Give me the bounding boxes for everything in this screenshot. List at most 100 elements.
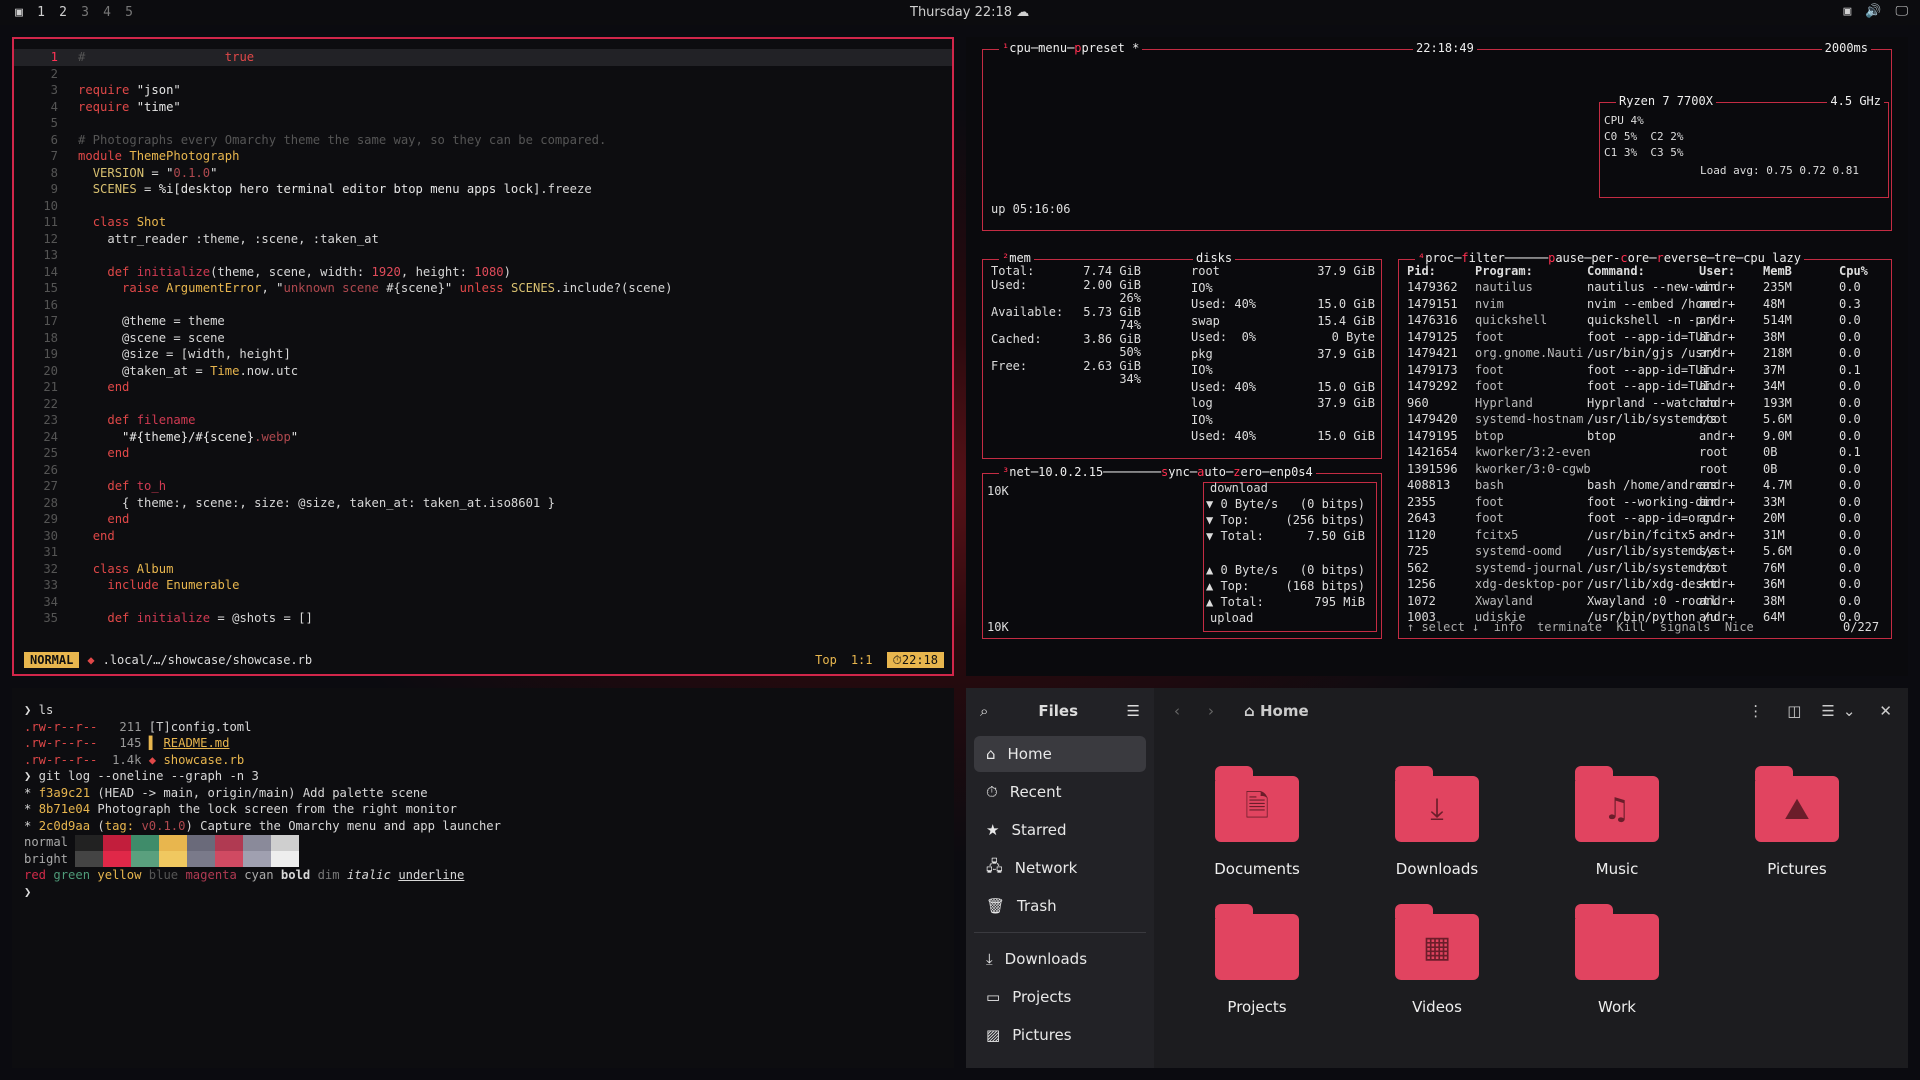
btop-interval[interactable]: 2000ms [1821, 41, 1871, 55]
code-area[interactable]: 1 # true 2 3 require "json" 4 require "time" 5 6… [14, 49, 952, 627]
display-icon[interactable]: 🖵 [1895, 4, 1908, 19]
apps-icon[interactable]: ▣ [14, 5, 24, 20]
folder-music[interactable]: ♫ Music [1542, 766, 1692, 878]
code-line[interactable]: 24 "#{theme}/#{scene}.webp" [14, 429, 952, 446]
workspace-2[interactable]: 2 [58, 5, 68, 20]
sidebar-item-downloads[interactable]: ⤓ Downloads [974, 941, 1146, 977]
folder-work[interactable]: Work [1542, 904, 1692, 1016]
top-clock[interactable]: Thursday 22:18 ☁ [910, 5, 1029, 20]
line-number: 24 [43, 429, 58, 444]
menu-icon[interactable]: ☰ [1127, 702, 1140, 720]
preset-tab[interactable]: preset * [1082, 41, 1140, 55]
sidebar-item-recent[interactable]: ⏱ Recent [974, 774, 1146, 810]
sidebar-item-pictures[interactable]: ▨ Pictures [974, 1017, 1146, 1053]
sidebar-item-home[interactable]: ⌂ Home [974, 736, 1146, 772]
folder-projects[interactable]: Projects [1182, 904, 1332, 1016]
folder-documents[interactable]: 🗎 Documents [1182, 766, 1332, 878]
code-line[interactable]: 7 module ThemePhotograph [14, 148, 952, 165]
load-avg: Load avg: 0.75 0.72 0.81 [1700, 164, 1859, 177]
projects-icon: ▭ [986, 988, 1001, 1006]
code-line[interactable]: 2 [14, 66, 952, 83]
code-line[interactable]: 15 raise ArgumentError, "unknown scene #… [14, 280, 952, 297]
forward-icon[interactable]: › [1208, 702, 1214, 720]
line-text: end [92, 528, 115, 543]
code-line[interactable]: 16 [14, 297, 952, 314]
sidebar-item-network[interactable]: 🖧 Network [974, 850, 1146, 886]
code-line[interactable]: 12 attr_reader :theme, :scene, :taken_at [14, 231, 952, 248]
screenshot-icon[interactable]: ◫ [1787, 702, 1801, 720]
code-line[interactable]: 35 def initialize = @shots = [] [14, 610, 952, 627]
code-line[interactable]: 17 @theme = theme [14, 313, 952, 330]
sidebar-item-starred[interactable]: ★ Starred [974, 812, 1146, 848]
terminal-line: normal [24, 834, 942, 851]
workspace-4[interactable]: 4 [102, 5, 112, 20]
code-line[interactable]: 18 @scene = scene [14, 330, 952, 347]
code-line[interactable]: 29 end [14, 511, 952, 528]
code-line[interactable]: 21 end [14, 379, 952, 396]
code-line[interactable]: 25 end [14, 445, 952, 462]
code-line[interactable]: 27 def to_h [14, 478, 952, 495]
screen-icon[interactable]: ▣ [1843, 4, 1851, 19]
line-number: 18 [43, 330, 58, 345]
code-line[interactable]: 33 include Enumerable [14, 577, 952, 594]
code-line[interactable]: 32 class Album [14, 561, 952, 578]
view-list-icon[interactable]: ☰ [1821, 702, 1834, 720]
workspace-3[interactable]: 3 [80, 5, 90, 20]
code-line[interactable]: 19 @size = [width, height] [14, 346, 952, 363]
sidebar-item-trash[interactable]: 🗑 Trash [974, 888, 1146, 924]
folder-downloads[interactable]: ⤓ Downloads [1362, 766, 1512, 878]
code-line[interactable]: 14 def initialize(theme, scene, width: 1… [14, 264, 952, 281]
code-line[interactable]: 10 [14, 198, 952, 215]
code-line[interactable]: 13 [14, 247, 952, 264]
line-number: 33 [43, 578, 58, 592]
folder-icon: ⛰ [1755, 766, 1839, 842]
code-line[interactable]: 11 class Shot [14, 214, 952, 231]
sidebar-item-projects[interactable]: ▭ Projects [974, 979, 1146, 1015]
terminal-window[interactable]: ❯ ls .rw-r--r-- 211 [T]config.toml .rw-r--… [12, 688, 954, 1068]
location-bar[interactable]: ⌂ Home [1244, 702, 1309, 720]
code-line[interactable]: 9 SCENES = %i[desktop hero terminal edit… [14, 181, 952, 198]
code-line[interactable]: 22 [14, 396, 952, 413]
menu-tab[interactable]: menu [1038, 41, 1067, 55]
line-text: { theme:, scene:, size: @size, taken_at:… [78, 495, 555, 510]
folder-videos[interactable]: ▦ Videos [1362, 904, 1512, 1016]
workspace-1[interactable]: 1 [36, 5, 46, 20]
code-line[interactable]: 3 require "json" [14, 82, 952, 99]
volume-icon[interactable]: 🔊 [1865, 4, 1881, 19]
uptime: up 05:16:06 [991, 202, 1071, 216]
code-line[interactable]: 8 VERSION = "0.1.0" [14, 165, 952, 182]
close-icon[interactable]: ✕ [1879, 702, 1892, 720]
chevron-down-icon[interactable]: ⌄ [1843, 702, 1856, 720]
sidebar-item-label: Starred [1011, 821, 1067, 839]
workspace-5[interactable]: 5 [124, 5, 134, 20]
sidebar-item-label: Home [1007, 745, 1052, 763]
code-line[interactable]: 5 [14, 115, 952, 132]
code-line[interactable]: 26 [14, 462, 952, 479]
code-line[interactable]: 4 require "time" [14, 99, 952, 116]
code-line[interactable]: 30 end [14, 528, 952, 545]
line-text: def to_h [107, 479, 167, 493]
code-line[interactable]: 34 [14, 594, 952, 611]
code-line[interactable]: 6 # Photographs every Omarchy theme the s… [14, 132, 952, 149]
terminal-line: red green yellow blue magenta cyan bold … [24, 868, 465, 882]
cpu-tab[interactable]: cpu [1009, 41, 1031, 55]
code-line[interactable]: 20 @taken_at = Time.now.utc [14, 363, 952, 380]
folder-pictures[interactable]: ⛰ Pictures [1722, 766, 1872, 878]
back-icon[interactable]: ‹ [1174, 702, 1180, 720]
line-number: 23 [43, 413, 58, 427]
code-line[interactable]: 1 # true [14, 49, 952, 66]
files-window[interactable]: ⌕ Files ☰ ⌂ Home ⏱ Recent ★ Starred 🖧 Network 🗑 T… [966, 688, 1908, 1068]
search-icon[interactable]: ⌕ [980, 702, 988, 720]
line-number: 20 [43, 363, 58, 378]
code-line[interactable]: 28 { theme:, scene:, size: @size, taken_… [14, 495, 952, 512]
terminal-output[interactable]: ❯ ls .rw-r--r-- 211 [T]config.toml .rw-r--… [24, 702, 942, 900]
upload-label: upload [1210, 611, 1254, 625]
more-icon[interactable]: ⋮ [1748, 702, 1763, 720]
code-line[interactable]: 31 [14, 544, 952, 561]
code-line[interactable]: 23 def filename [14, 412, 952, 429]
cpu-box: ¹cpu─menu─ppreset * 22:18:49 2000ms up 0… [982, 41, 1892, 231]
editor-window[interactable]: 1 # true 2 3 require "json" 4 require "time" 5 6… [12, 37, 954, 676]
line-text: def initialize(theme, scene, width: 1920… [107, 264, 511, 279]
btop-window[interactable]: ¹cpu─menu─ppreset * 22:18:49 2000ms up 0… [966, 37, 1908, 676]
proc-count: 0/227 [1843, 620, 1880, 634]
